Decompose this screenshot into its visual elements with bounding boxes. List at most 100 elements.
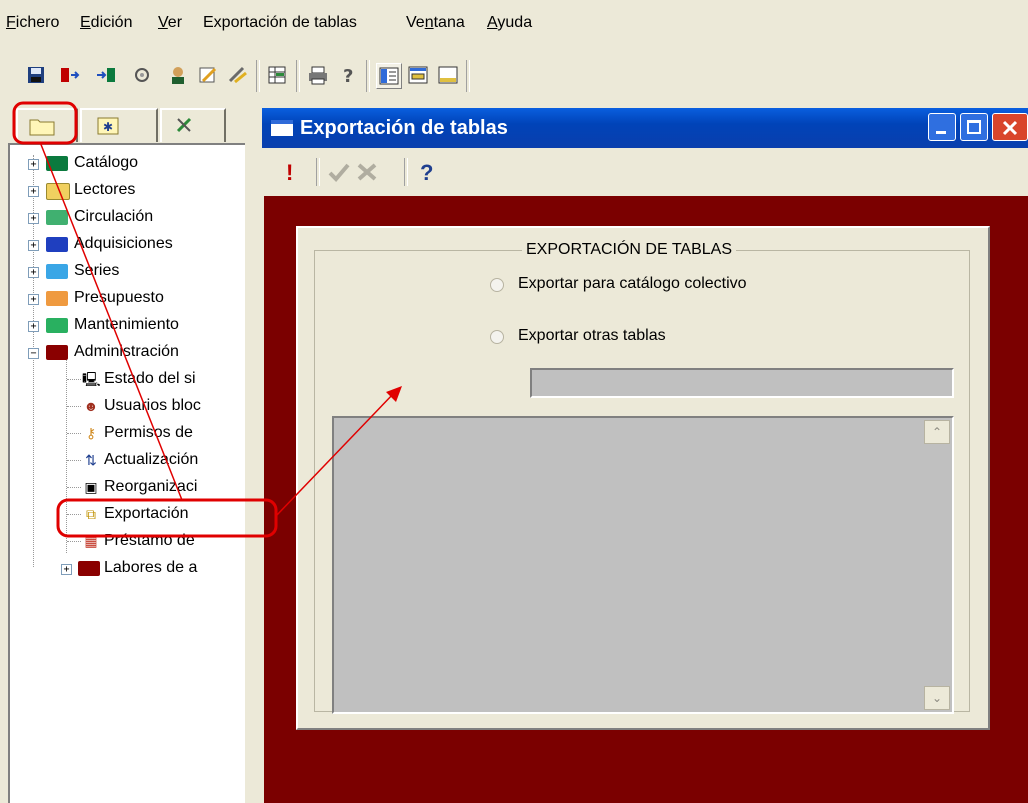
menu-ventana[interactable]: Ventana xyxy=(406,14,465,32)
table-icon[interactable] xyxy=(266,63,290,87)
expand-icon[interactable]: + xyxy=(61,564,72,575)
expand-icon[interactable]: + xyxy=(28,213,39,224)
edit-icon[interactable] xyxy=(196,63,220,87)
computer-icon: 🖳 xyxy=(82,371,101,387)
tree-label: Mantenimiento xyxy=(74,316,179,333)
toolbar-separator xyxy=(256,60,260,92)
tree-connector xyxy=(67,406,81,407)
tools-icon xyxy=(176,117,192,133)
radio-catalogo-colectivo[interactable] xyxy=(490,278,504,292)
print-icon[interactable] xyxy=(306,63,330,87)
tree-label: Circulación xyxy=(74,208,154,225)
loan-icon: ▦ xyxy=(84,533,98,549)
tree-label: Actualización xyxy=(104,451,199,468)
tree-view[interactable]: + Catálogo + Lectores + Circulación + Ad… xyxy=(8,143,245,803)
tree-label: Adquisiciones xyxy=(74,235,173,252)
scroll-down-icon[interactable]: ⌄ xyxy=(924,686,950,710)
tree-label: Lectores xyxy=(74,181,136,198)
tools-icon[interactable] xyxy=(226,63,250,87)
users-icon: ☻ xyxy=(83,398,99,414)
exit-icon[interactable] xyxy=(58,63,82,87)
tree-label: Catálogo xyxy=(74,154,139,171)
folder-icon xyxy=(46,210,68,225)
tree-label: Labores de a xyxy=(104,559,198,576)
menu-edicion[interactable]: Edición xyxy=(80,14,132,32)
folder-icon xyxy=(29,119,55,136)
tree-label: Exportación xyxy=(104,505,189,522)
permissions-icon: ⚷ xyxy=(85,425,97,441)
help-button[interactable]: ? xyxy=(420,160,433,186)
folder-icon xyxy=(46,156,68,171)
check-icon[interactable] xyxy=(328,162,350,182)
tree-label: Administración xyxy=(74,343,179,360)
close-icon xyxy=(1002,120,1018,136)
minimize-icon xyxy=(936,131,946,134)
tree-label: Usuarios bloc xyxy=(104,397,201,414)
update-icon: ⇅ xyxy=(85,452,97,468)
toolbar-separator xyxy=(404,158,408,186)
tree-connector xyxy=(67,460,81,461)
folder-icon xyxy=(46,345,68,360)
toolbar-separator xyxy=(316,158,320,186)
window-icon xyxy=(271,120,293,136)
export-icon: ⧉ xyxy=(86,506,96,522)
tree-connector xyxy=(67,514,81,515)
toolbar-separator xyxy=(466,60,470,92)
folder-icon xyxy=(46,318,68,333)
tree-label: Estado del si xyxy=(104,370,196,387)
favorites-icon: ✱ xyxy=(97,117,119,135)
execute-button[interactable]: ! xyxy=(286,160,293,186)
radio-label-otras: Exportar otras tablas xyxy=(518,327,666,344)
collapse-icon[interactable]: − xyxy=(28,348,39,359)
radio-label-catalogo: Exportar para catálogo colectivo xyxy=(518,275,747,292)
expand-icon[interactable]: + xyxy=(28,159,39,170)
tree-connector xyxy=(67,541,81,542)
tab-tools[interactable] xyxy=(160,108,226,142)
refresh-icon[interactable] xyxy=(130,63,154,87)
menu-exportacion-tablas[interactable]: Exportación de tablas xyxy=(203,14,357,32)
expand-icon[interactable]: + xyxy=(28,294,39,305)
cancel-icon[interactable] xyxy=(356,162,378,182)
listbox-scrollbar[interactable]: ⌃ ⌄ xyxy=(924,420,950,710)
menu-fichero[interactable]: Fichero xyxy=(6,14,59,32)
menu-ver[interactable]: Ver xyxy=(158,14,182,32)
tables-listbox[interactable] xyxy=(332,416,954,714)
tab-favorites[interactable]: ✱ xyxy=(80,108,158,142)
menu-ayuda[interactable]: Ayuda xyxy=(487,14,532,32)
tree-connector xyxy=(66,360,67,553)
tree-label: Reorganizaci xyxy=(104,478,198,495)
folder-icon xyxy=(46,291,68,306)
svg-text:?: ? xyxy=(343,66,353,85)
enter-icon[interactable] xyxy=(94,63,118,87)
tree-label: Presupuesto xyxy=(74,289,164,306)
window-bottom-icon[interactable] xyxy=(436,63,460,87)
radio-otras-tablas[interactable] xyxy=(490,330,504,344)
table-name-field[interactable] xyxy=(530,368,954,398)
tree-connector xyxy=(67,379,81,380)
folder-icon xyxy=(46,264,68,279)
expand-icon[interactable]: + xyxy=(28,321,39,332)
tree-connector xyxy=(67,487,81,488)
save-icon[interactable] xyxy=(24,63,48,87)
group-title: EXPORTACIÓN DE TABLAS xyxy=(522,240,736,260)
user-icon[interactable] xyxy=(166,63,190,87)
minimize-button[interactable] xyxy=(928,113,956,141)
window-icon[interactable] xyxy=(406,63,430,87)
window-toolbar: ! ? xyxy=(264,150,1028,194)
maximize-button[interactable] xyxy=(960,113,988,141)
tab-folders[interactable] xyxy=(16,108,78,142)
expand-icon[interactable]: + xyxy=(28,267,39,278)
tree-label: Permisos de xyxy=(104,424,193,441)
expand-icon[interactable]: + xyxy=(28,240,39,251)
scroll-up-icon[interactable]: ⌃ xyxy=(924,420,950,444)
folder-icon xyxy=(78,561,100,576)
toolbar-separator xyxy=(366,60,370,92)
svg-text:✱: ✱ xyxy=(103,120,113,134)
help-icon[interactable]: ? xyxy=(336,63,360,87)
expand-icon[interactable]: + xyxy=(28,186,39,197)
window-title: Exportación de tablas xyxy=(300,117,508,139)
tree-view-icon[interactable] xyxy=(376,63,402,89)
folder-icon xyxy=(46,237,68,252)
close-button[interactable] xyxy=(992,113,1028,141)
maximize-icon xyxy=(967,120,981,134)
